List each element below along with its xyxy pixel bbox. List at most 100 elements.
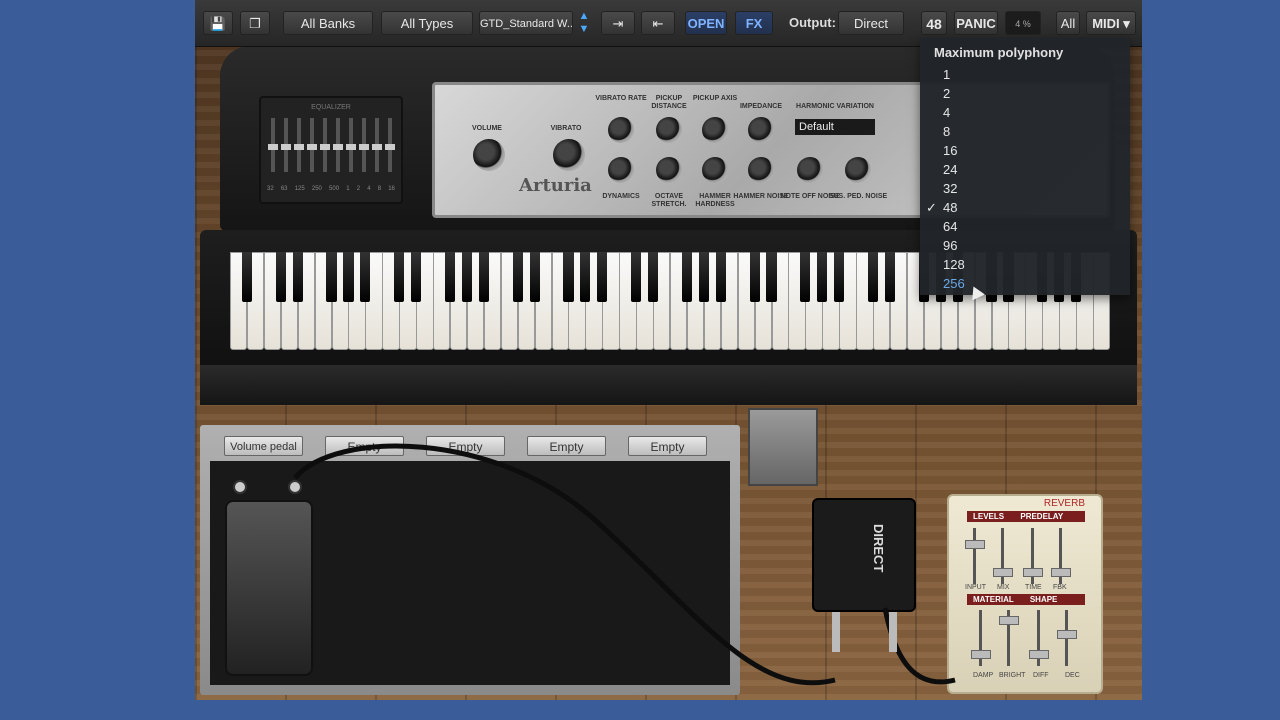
- sustain-pedal[interactable]: [748, 408, 818, 486]
- reverb-input-slider[interactable]: [965, 528, 985, 584]
- pickup-distance-knob[interactable]: [656, 117, 682, 143]
- preset-nav-arrows[interactable]: ▲ ▼: [578, 10, 590, 36]
- eq-tick: 500: [329, 186, 340, 192]
- eq-slider[interactable]: [307, 118, 317, 172]
- harmonic-variation-select[interactable]: Default: [795, 119, 875, 135]
- volume-pedal[interactable]: [225, 500, 313, 676]
- black-key[interactable]: [326, 252, 337, 302]
- black-key[interactable]: [800, 252, 811, 302]
- pedal-slot-4[interactable]: Empty: [527, 436, 606, 456]
- octave-stretch-knob[interactable]: [656, 157, 682, 183]
- black-key[interactable]: [444, 252, 456, 302]
- reverb-bright-slider[interactable]: [999, 610, 1019, 666]
- reverb-levels-header: LEVELS PREDELAY: [967, 511, 1085, 522]
- save-as-icon[interactable]: ❐: [240, 11, 270, 35]
- midi-channel-select[interactable]: All: [1056, 11, 1080, 35]
- eq-slider[interactable]: [385, 118, 395, 172]
- black-key[interactable]: [394, 252, 405, 302]
- reverb-fbk-slider[interactable]: [1051, 528, 1071, 584]
- polyphony-menu-title: Maximum polyphony: [934, 45, 1064, 60]
- black-key[interactable]: [292, 252, 303, 302]
- black-key[interactable]: [817, 252, 828, 302]
- black-key[interactable]: [512, 252, 523, 302]
- polyphony-option-48[interactable]: 48: [943, 198, 1113, 217]
- eq-slider[interactable]: [346, 118, 356, 172]
- volume-knob[interactable]: [473, 139, 505, 171]
- reverb-dec-slider[interactable]: [1057, 610, 1077, 666]
- polyphony-option-96[interactable]: 96: [943, 236, 1113, 255]
- eq-slider[interactable]: [333, 118, 343, 172]
- pedal-slot-1[interactable]: Volume pedal: [224, 436, 303, 456]
- pedal-slot-2[interactable]: Empty: [325, 436, 404, 456]
- hammer-noise-knob[interactable]: [748, 157, 774, 183]
- black-key[interactable]: [834, 252, 845, 302]
- black-key[interactable]: [749, 252, 760, 302]
- impedance-label: IMPEDANCE: [739, 103, 782, 110]
- polyphony-button[interactable]: 48: [921, 11, 947, 35]
- midi-button[interactable]: MIDI ▾: [1086, 11, 1136, 35]
- black-key[interactable]: [461, 252, 472, 302]
- black-key[interactable]: [478, 252, 489, 302]
- panic-button[interactable]: PANIC: [954, 11, 998, 35]
- banks-filter-button[interactable]: All Banks: [283, 11, 373, 35]
- black-key[interactable]: [529, 252, 540, 302]
- open-button[interactable]: OPEN: [685, 11, 727, 35]
- polyphony-option-1[interactable]: 1: [943, 65, 1113, 84]
- black-key[interactable]: [360, 252, 371, 302]
- reverb-damp-slider[interactable]: [971, 610, 991, 666]
- eq-slider[interactable]: [268, 118, 278, 172]
- output-select[interactable]: Direct: [838, 11, 904, 35]
- hammer-hardness-knob[interactable]: [702, 157, 728, 183]
- black-key[interactable]: [766, 252, 777, 302]
- impedance-knob[interactable]: [748, 117, 774, 143]
- sus-ped-noise-knob[interactable]: [845, 157, 871, 183]
- types-filter-button[interactable]: All Types: [381, 11, 473, 35]
- eq-slider[interactable]: [294, 118, 304, 172]
- black-key[interactable]: [411, 252, 422, 302]
- black-key[interactable]: [631, 252, 642, 302]
- polyphony-option-64[interactable]: 64: [943, 217, 1113, 236]
- polyphony-option-24[interactable]: 24: [943, 160, 1113, 179]
- black-key[interactable]: [868, 252, 879, 302]
- vibrato-knob[interactable]: [553, 139, 585, 171]
- reverb-mix-slider[interactable]: [993, 528, 1013, 584]
- eq-slider[interactable]: [281, 118, 291, 172]
- preset-up-arrow-icon[interactable]: ▲: [578, 10, 590, 23]
- polyphony-option-16[interactable]: 16: [943, 141, 1113, 160]
- pedal-slot-3[interactable]: Empty: [426, 436, 505, 456]
- black-key[interactable]: [681, 252, 692, 302]
- import-icon[interactable]: ⇥: [601, 11, 635, 35]
- note-off-noise-knob[interactable]: [797, 157, 823, 183]
- polyphony-option-32[interactable]: 32: [943, 179, 1113, 198]
- black-key[interactable]: [241, 252, 252, 302]
- eq-slider[interactable]: [372, 118, 382, 172]
- vibrato-rate-knob[interactable]: [608, 117, 634, 143]
- black-key[interactable]: [715, 252, 726, 302]
- export-icon[interactable]: ⇤: [641, 11, 675, 35]
- black-key[interactable]: [580, 252, 591, 302]
- eq-slider[interactable]: [320, 118, 330, 172]
- black-key[interactable]: [563, 252, 574, 302]
- black-key[interactable]: [698, 252, 709, 302]
- reverb-diff-slider[interactable]: [1029, 610, 1049, 666]
- black-key[interactable]: [275, 252, 286, 302]
- save-icon[interactable]: 💾: [203, 11, 233, 35]
- dynamics-knob[interactable]: [608, 157, 634, 183]
- preset-name-field[interactable]: GTD_Standard W...: [479, 11, 573, 35]
- black-key[interactable]: [343, 252, 354, 302]
- black-key[interactable]: [597, 252, 608, 302]
- pedal-slot-5[interactable]: Empty: [628, 436, 707, 456]
- eq-tick: 125: [294, 186, 305, 192]
- preset-down-arrow-icon[interactable]: ▼: [578, 23, 590, 36]
- black-key[interactable]: [884, 252, 896, 302]
- polyphony-option-2[interactable]: 2: [943, 84, 1113, 103]
- jack-output: [288, 480, 302, 494]
- polyphony-option-8[interactable]: 8: [943, 122, 1113, 141]
- reverb-time-slider[interactable]: [1023, 528, 1043, 584]
- fx-button[interactable]: FX: [735, 11, 773, 35]
- polyphony-option-128[interactable]: 128: [943, 255, 1113, 274]
- black-key[interactable]: [648, 252, 659, 302]
- pickup-axis-knob[interactable]: [702, 117, 728, 143]
- polyphony-option-4[interactable]: 4: [943, 103, 1113, 122]
- eq-slider[interactable]: [359, 118, 369, 172]
